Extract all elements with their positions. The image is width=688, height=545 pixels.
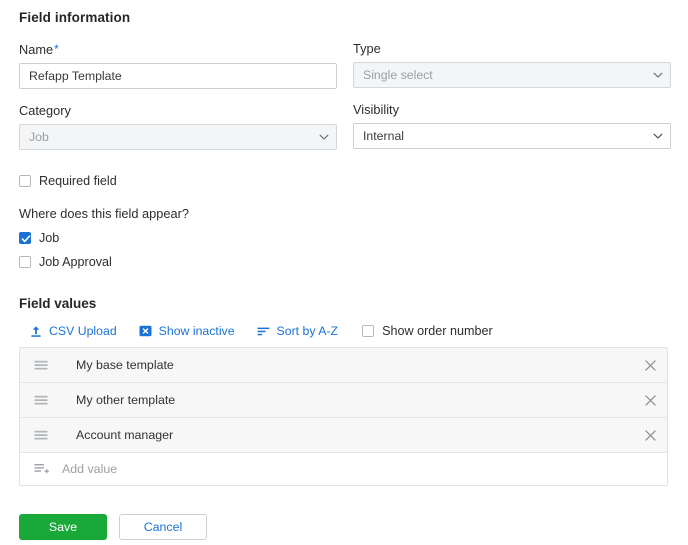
table-row[interactable]: My base template xyxy=(20,348,667,383)
upload-icon xyxy=(29,324,43,338)
csv-upload-button[interactable]: CSV Upload xyxy=(29,324,117,338)
close-icon[interactable] xyxy=(633,359,667,371)
sort-lines-icon xyxy=(257,324,271,338)
visibility-label: Visibility xyxy=(353,102,399,117)
job-approval-checkbox-label: Job Approval xyxy=(39,255,112,269)
value-text: My base template xyxy=(76,358,174,372)
category-field-block: Category Job xyxy=(19,103,337,150)
visibility-select-value: Internal xyxy=(353,123,671,149)
appearance-option-job[interactable]: Job xyxy=(19,231,669,245)
add-value-row[interactable]: Add value xyxy=(20,453,667,485)
required-field-label: Required field xyxy=(39,174,117,188)
table-row[interactable]: My other template xyxy=(20,383,667,418)
show-order-number-checkbox[interactable] xyxy=(362,325,375,337)
value-text: My other template xyxy=(76,393,176,407)
visibility-select[interactable]: Internal xyxy=(353,123,671,149)
field-editor-page: Field information Name* Category Job xyxy=(0,0,688,545)
appearance-option-job-approval[interactable]: Job Approval xyxy=(19,255,669,269)
appearance-question: Where does this field appear? xyxy=(19,206,190,221)
category-select[interactable]: Job xyxy=(19,124,337,150)
category-select-value: Job xyxy=(19,124,337,150)
name-label: Name* xyxy=(19,41,337,58)
close-icon[interactable] xyxy=(633,429,667,441)
value-text: Account manager xyxy=(76,428,174,442)
visibility-field-block: Visibility Internal xyxy=(353,102,671,149)
field-values-list: My base template My other template Accou… xyxy=(19,347,668,486)
type-select-value: Single select xyxy=(353,62,671,88)
sort-az-label: Sort by A-Z xyxy=(276,324,339,338)
form-actions: Save Cancel xyxy=(19,514,669,540)
field-information-grid: Name* Category Job Type Single select xyxy=(19,41,671,164)
category-label: Category xyxy=(19,103,71,118)
drag-handle-icon[interactable] xyxy=(32,393,50,407)
job-checkbox-label: Job xyxy=(39,231,60,245)
right-column: Type Single select Visibility Internal xyxy=(353,41,671,164)
show-inactive-label: Show inactive xyxy=(158,324,235,338)
name-field-block: Name* xyxy=(19,41,337,89)
required-field-checkbox-row[interactable]: Required field xyxy=(19,174,669,188)
page-title: Field information xyxy=(19,10,131,25)
job-checkbox[interactable] xyxy=(19,232,31,244)
required-asterisk-icon: * xyxy=(54,42,59,56)
table-row[interactable]: Account manager xyxy=(20,418,667,453)
add-value-placeholder: Add value xyxy=(62,462,118,476)
show-order-number-label: Show order number xyxy=(382,324,493,338)
hidden-box-icon xyxy=(139,324,153,338)
name-label-text: Name xyxy=(19,42,54,57)
csv-upload-label: CSV Upload xyxy=(49,324,117,338)
left-column: Name* Category Job xyxy=(19,41,337,164)
field-values-toolbar: CSV Upload Show inactive Sort by A-Z Sho… xyxy=(19,324,669,338)
name-input[interactable] xyxy=(19,63,337,89)
required-field-checkbox[interactable] xyxy=(19,175,31,187)
type-label: Type xyxy=(353,41,381,56)
type-field-block: Type Single select xyxy=(353,41,671,88)
type-select[interactable]: Single select xyxy=(353,62,671,88)
drag-handle-icon[interactable] xyxy=(32,428,50,442)
add-lines-icon xyxy=(32,462,50,476)
save-button[interactable]: Save xyxy=(19,514,107,540)
close-icon[interactable] xyxy=(633,394,667,406)
cancel-button[interactable]: Cancel xyxy=(119,514,207,540)
field-values-title: Field values xyxy=(19,296,97,311)
show-inactive-button[interactable]: Show inactive xyxy=(139,324,235,338)
drag-handle-icon[interactable] xyxy=(32,358,50,372)
show-order-number-row[interactable]: Show order number xyxy=(362,324,493,338)
sort-az-button[interactable]: Sort by A-Z xyxy=(257,324,339,338)
job-approval-checkbox[interactable] xyxy=(19,256,31,268)
